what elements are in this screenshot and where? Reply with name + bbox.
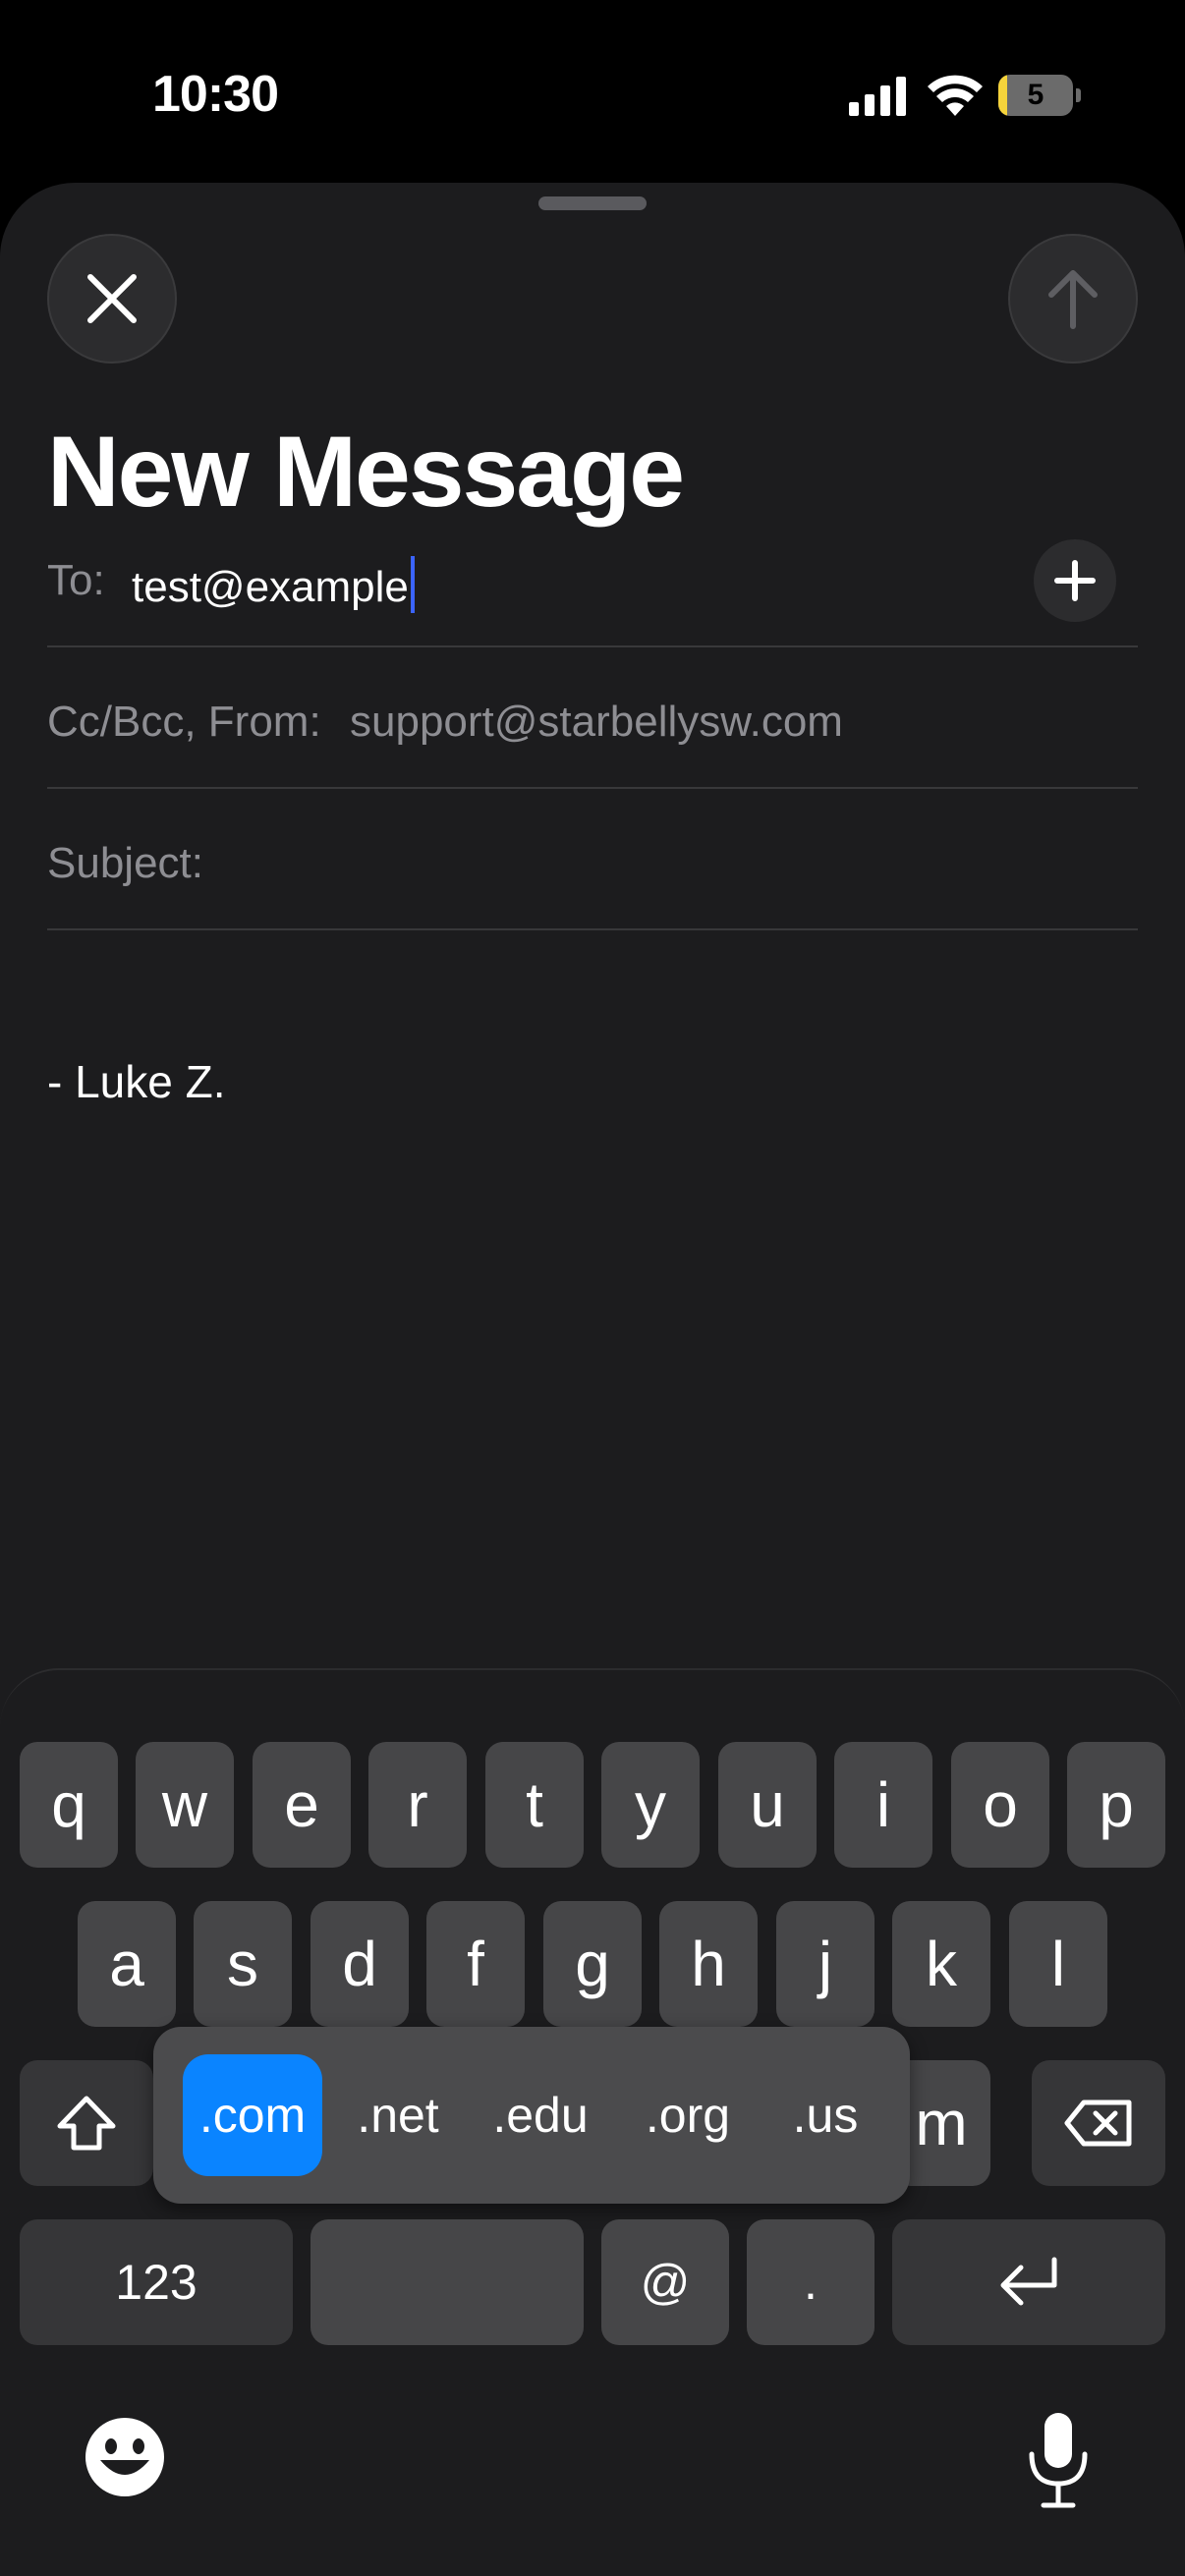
key-d[interactable]: d <box>310 1901 409 2027</box>
cc-bcc-from-field[interactable]: Cc/Bcc, From: support@starbellysw.com <box>47 647 1138 789</box>
suggestion-org[interactable]: .org <box>619 2054 757 2176</box>
key-j[interactable]: j <box>776 1901 875 2027</box>
send-button[interactable] <box>1008 234 1138 364</box>
space-key[interactable] <box>310 2219 584 2345</box>
key-r[interactable]: r <box>368 1742 467 1868</box>
emoji-icon <box>85 2418 164 2496</box>
cellular-signal-icon <box>849 77 906 116</box>
return-icon <box>1000 2257 1057 2306</box>
to-field[interactable]: To: test@example <box>47 506 1138 647</box>
suggestion-us[interactable]: .us <box>766 2054 884 2176</box>
status-time: 10:30 <box>152 66 279 123</box>
battery-indicator: 5 <box>998 75 1081 116</box>
emoji-button[interactable] <box>83 2415 167 2499</box>
suggestion-edu[interactable]: .edu <box>472 2054 609 2176</box>
microphone-icon <box>1029 2413 1088 2508</box>
domain-suggestions-popup: .com .net .edu .org .us <box>153 2027 910 2204</box>
dictation-button[interactable] <box>1026 2411 1091 2509</box>
plus-icon <box>1054 560 1096 601</box>
to-label: To: <box>47 556 105 604</box>
key-k[interactable]: k <box>892 1901 990 2027</box>
sheet-grabber[interactable] <box>538 196 647 210</box>
subject-field[interactable]: Subject: <box>47 789 1138 930</box>
text-caret <box>410 556 415 613</box>
key-g[interactable]: g <box>543 1901 642 2027</box>
battery-level: 5 <box>1027 79 1044 111</box>
key-q[interactable]: q <box>20 1742 118 1868</box>
key-i[interactable]: i <box>834 1742 932 1868</box>
key-h[interactable]: h <box>659 1901 758 2027</box>
suggestion-com[interactable]: .com <box>183 2054 322 2176</box>
delete-key[interactable] <box>1032 2060 1165 2186</box>
key-a[interactable]: a <box>78 1901 176 2027</box>
key-e[interactable]: e <box>253 1742 351 1868</box>
key-y[interactable]: y <box>601 1742 700 1868</box>
key-t[interactable]: t <box>485 1742 584 1868</box>
key-w[interactable]: w <box>136 1742 234 1868</box>
close-button[interactable] <box>47 234 177 364</box>
subject-label: Subject: <box>47 839 203 887</box>
key-o[interactable]: o <box>951 1742 1049 1868</box>
key-s[interactable]: s <box>194 1901 292 2027</box>
suggestion-net[interactable]: .net <box>334 2054 462 2176</box>
numbers-key[interactable]: 123 <box>20 2219 293 2345</box>
dot-key[interactable]: . <box>747 2219 875 2345</box>
message-body[interactable]: - Luke Z. <box>47 1055 226 1108</box>
at-key[interactable]: @ <box>601 2219 729 2345</box>
from-address[interactable]: support@starbellysw.com <box>350 698 843 747</box>
key-l[interactable]: l <box>1009 1901 1107 2027</box>
shift-key[interactable] <box>20 2060 153 2186</box>
to-input[interactable]: test@example <box>132 556 415 613</box>
key-f[interactable]: f <box>426 1901 525 2027</box>
status-bar: 10:30 5 <box>0 0 1185 187</box>
shift-icon <box>57 2096 116 2151</box>
return-key[interactable] <box>892 2219 1165 2345</box>
close-icon <box>87 274 137 323</box>
key-u[interactable]: u <box>718 1742 817 1868</box>
cc-bcc-from-label: Cc/Bcc, From: <box>47 698 321 746</box>
arrow-up-icon <box>1048 270 1098 329</box>
wifi-icon <box>928 75 983 116</box>
add-recipient-button[interactable] <box>1034 539 1116 622</box>
backspace-icon <box>1064 2100 1132 2147</box>
key-p[interactable]: p <box>1067 1742 1165 1868</box>
